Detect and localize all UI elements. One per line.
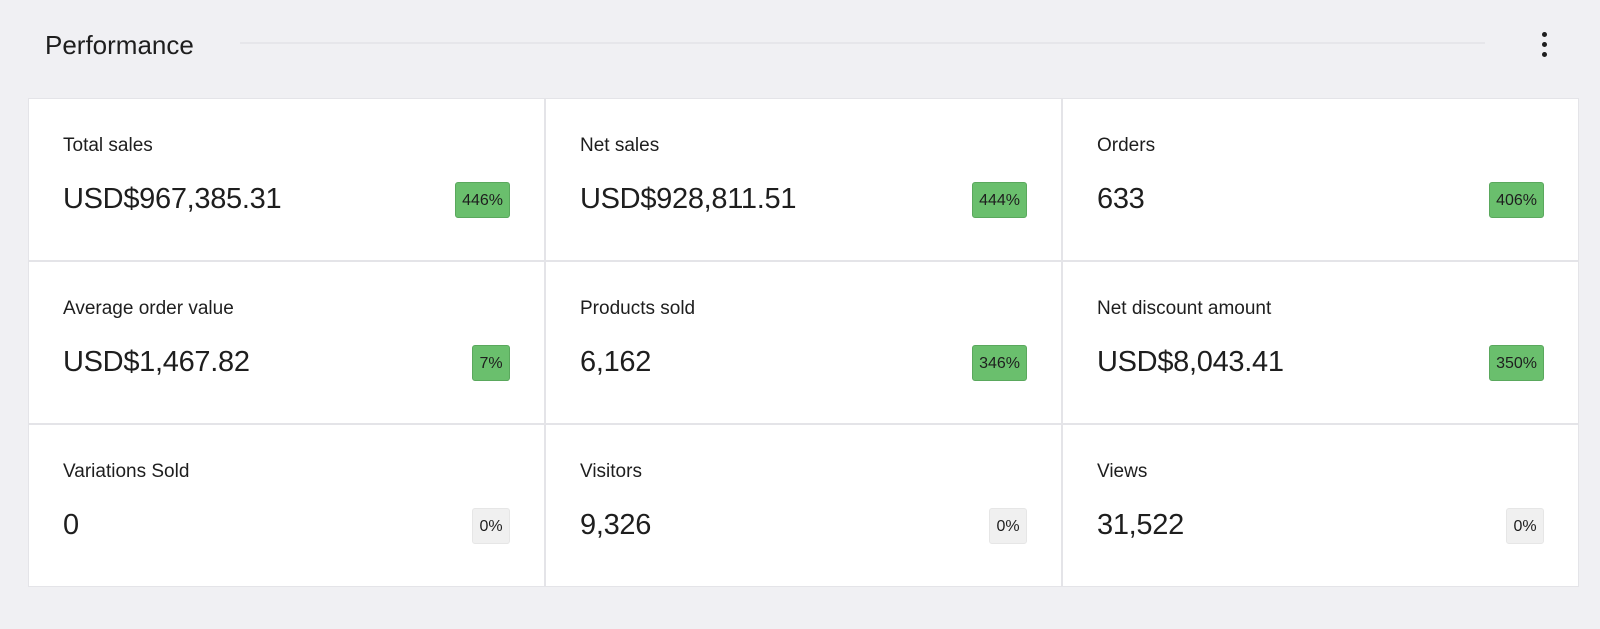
metric-label: Average order value bbox=[63, 298, 234, 319]
metric-card-total-sales[interactable]: Total sales USD$967,385.31 446% bbox=[29, 99, 544, 260]
metric-label: Views bbox=[1097, 461, 1148, 482]
metric-value: 633 bbox=[1097, 183, 1145, 215]
change-badge: 444% bbox=[972, 182, 1027, 218]
metric-label: Products sold bbox=[580, 298, 696, 319]
metric-value: 0 bbox=[63, 509, 79, 541]
metric-label: Net discount amount bbox=[1097, 298, 1272, 319]
metric-value: 31,522 bbox=[1097, 509, 1184, 541]
metric-card-views[interactable]: Views 31,522 0% bbox=[1063, 425, 1578, 586]
change-badge: 7% bbox=[472, 345, 510, 381]
metric-label: Visitors bbox=[580, 461, 642, 482]
metric-value: 9,326 bbox=[580, 509, 652, 541]
vertical-ellipsis-icon bbox=[1541, 51, 1547, 57]
page-title: Performance bbox=[45, 30, 194, 60]
performance-grid: Total sales USD$967,385.31 446% Net sale… bbox=[28, 98, 1579, 587]
metric-card-average-order-value[interactable]: Average order value USD$1,467.82 7% bbox=[29, 262, 544, 423]
change-badge: 346% bbox=[972, 345, 1027, 381]
change-badge: 0% bbox=[472, 508, 510, 544]
change-badge: 406% bbox=[1489, 182, 1544, 218]
metric-label: Variations Sold bbox=[63, 461, 190, 482]
more-options-button[interactable] bbox=[1530, 26, 1558, 62]
metric-card-products-sold[interactable]: Products sold 6,162 346% bbox=[546, 262, 1061, 423]
change-badge: 0% bbox=[989, 508, 1027, 544]
change-badge: 0% bbox=[1506, 508, 1544, 544]
metric-value: 6,162 bbox=[580, 346, 652, 378]
metric-label: Total sales bbox=[63, 135, 153, 156]
change-badge: 446% bbox=[455, 182, 510, 218]
metric-card-net-sales[interactable]: Net sales USD$928,811.51 444% bbox=[546, 99, 1061, 260]
metric-card-orders[interactable]: Orders 633 406% bbox=[1063, 99, 1578, 260]
header-divider bbox=[240, 42, 1485, 44]
metric-card-variations-sold[interactable]: Variations Sold 0 0% bbox=[29, 425, 544, 586]
change-badge: 350% bbox=[1489, 345, 1544, 381]
metric-value: USD$967,385.31 bbox=[63, 183, 282, 215]
metric-label: Net sales bbox=[580, 135, 660, 156]
metric-card-net-discount-amount[interactable]: Net discount amount USD$8,043.41 350% bbox=[1063, 262, 1578, 423]
metric-label: Orders bbox=[1097, 135, 1156, 156]
metric-value: USD$928,811.51 bbox=[580, 183, 797, 215]
performance-header: Performance bbox=[0, 0, 1600, 92]
metric-value: USD$8,043.41 bbox=[1097, 346, 1284, 378]
vertical-ellipsis-icon bbox=[1541, 41, 1547, 47]
vertical-ellipsis-icon bbox=[1541, 31, 1547, 37]
metric-card-visitors[interactable]: Visitors 9,326 0% bbox=[546, 425, 1061, 586]
metric-value: USD$1,467.82 bbox=[63, 346, 250, 378]
